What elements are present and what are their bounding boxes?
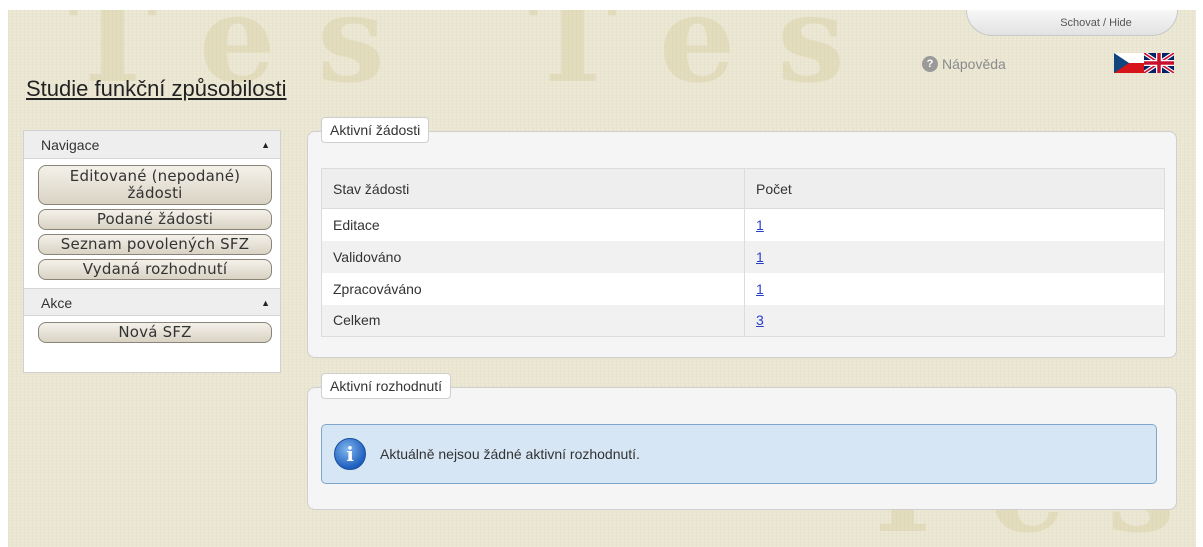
navigation-section-header[interactable]: Navigace ▲: [24, 131, 280, 159]
state-cell: Zpracováváno: [321, 272, 745, 305]
actions-section-header[interactable]: Akce ▲: [24, 288, 280, 316]
state-cell: Editace: [321, 208, 745, 241]
hide-header-tab[interactable]: Schovat / Hide: [966, 10, 1178, 36]
submitted-requests-button[interactable]: Podané žádosti: [38, 209, 272, 230]
active-requests-legend: Aktivní žádosti: [321, 117, 430, 143]
table-row: Celkem 3: [321, 304, 1165, 337]
column-header-count: Počet: [744, 168, 1165, 209]
sidebar: Navigace ▲ Editované (nepodané) žádosti …: [23, 130, 281, 373]
count-link[interactable]: 1: [756, 249, 764, 265]
info-message-box: i Aktuálně nejsou žádné aktivní rozhodnu…: [321, 424, 1157, 484]
allowed-sfz-list-button[interactable]: Seznam povolených SFZ: [38, 234, 272, 255]
new-sfz-button[interactable]: Nová SFZ: [38, 322, 272, 343]
help-icon: ?: [922, 56, 938, 72]
table-row: Editace 1: [321, 208, 1165, 241]
active-decisions-legend: Aktivní rozhodnutí: [321, 373, 452, 399]
triangle-up-icon: ▲: [261, 298, 270, 308]
action-buttons: Nová SFZ: [24, 316, 280, 351]
column-header-state: Stav žádosti: [321, 168, 745, 209]
czech-flag-icon[interactable]: [1114, 53, 1144, 73]
active-decisions-panel: i Aktuálně nejsou žádné aktivní rozhodnu…: [307, 387, 1177, 510]
help-label: Nápověda: [942, 56, 1006, 72]
edited-requests-button[interactable]: Editované (nepodané) žádosti: [38, 165, 272, 205]
count-cell: 1: [744, 272, 1165, 305]
count-cell: 1: [744, 240, 1165, 273]
active-requests-table: Stav žádosti Počet Editace 1 Validováno …: [321, 168, 1165, 337]
count-link[interactable]: 3: [756, 312, 764, 328]
navigation-heading: Navigace: [41, 137, 100, 153]
state-cell: Validováno: [321, 240, 745, 273]
uk-flag-icon[interactable]: [1144, 53, 1174, 73]
language-switcher: [1114, 53, 1174, 73]
count-cell: 3: [744, 304, 1165, 337]
count-link[interactable]: 1: [756, 217, 764, 233]
table-row: Validováno 1: [321, 240, 1165, 273]
info-icon: i: [334, 438, 366, 470]
test-watermark: T e s: [528, 10, 845, 110]
no-decisions-message: Aktuálně nejsou žádné aktivní rozhodnutí…: [380, 446, 640, 462]
active-requests-panel: Stav žádosti Počet Editace 1 Validováno …: [307, 131, 1177, 358]
issued-decisions-button[interactable]: Vydaná rozhodnutí: [38, 259, 272, 280]
actions-heading: Akce: [41, 295, 73, 311]
triangle-up-icon: ▲: [261, 140, 270, 150]
count-link[interactable]: 1: [756, 281, 764, 297]
state-cell: Celkem: [321, 304, 745, 337]
count-cell: 1: [744, 208, 1165, 241]
help-link[interactable]: ? Nápověda: [922, 56, 1006, 72]
page-title[interactable]: Studie funkční způsobilosti: [26, 76, 287, 102]
navigation-buttons: Editované (nepodané) žádosti Podané žádo…: [24, 159, 280, 288]
table-row: Zpracováváno 1: [321, 272, 1165, 305]
